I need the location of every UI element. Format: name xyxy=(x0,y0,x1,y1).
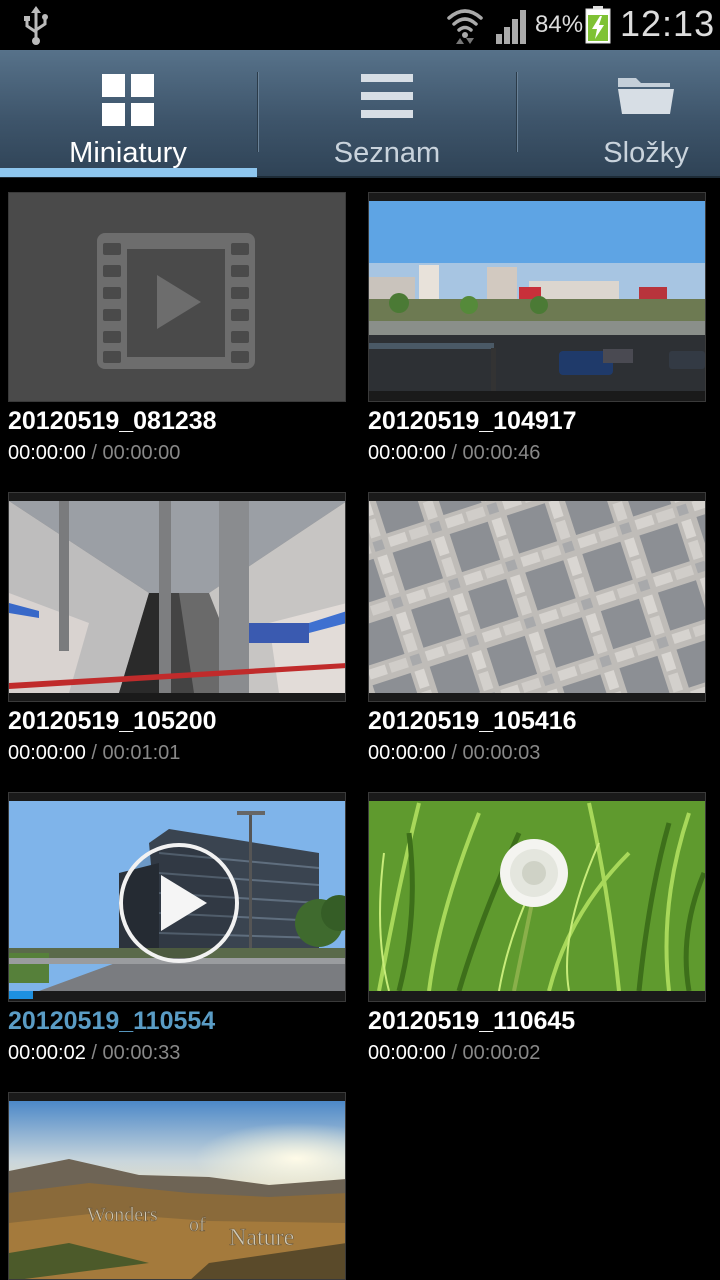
overlay-text-1: Wonders xyxy=(87,1204,158,1226)
tab-divider xyxy=(257,72,259,152)
video-title: 20120519_081238 xyxy=(8,407,217,435)
video-thumbnail xyxy=(8,192,346,402)
tab-thumbnails[interactable]: Miniatury xyxy=(8,50,248,176)
battery-charging-icon xyxy=(585,6,611,44)
video-thumbnail xyxy=(8,792,346,1002)
folder-icon xyxy=(618,78,674,114)
video-duration: 00:00:00 / 00:01:01 xyxy=(8,742,181,764)
video-thumbnail xyxy=(368,792,706,1002)
video-duration: 00:00:00 / 00:00:00 xyxy=(8,442,181,464)
tab-folders[interactable]: Složky xyxy=(526,50,720,176)
video-thumbnail xyxy=(8,492,346,702)
video-progress-bar xyxy=(9,991,33,999)
tab-label: Složky xyxy=(603,137,689,169)
video-thumbnail: Wonders of Nature xyxy=(8,1092,346,1280)
tab-label: Miniatury xyxy=(69,137,187,169)
wifi-icon xyxy=(447,9,483,44)
video-title: 20120519_110645 xyxy=(368,1007,576,1035)
signal-icon xyxy=(496,10,526,44)
video-title: 20120519_105416 xyxy=(368,707,577,735)
list-icon xyxy=(361,74,413,118)
tab-list[interactable]: Seznam xyxy=(267,50,507,176)
tab-bar: Miniatury Seznam Složky xyxy=(0,50,720,178)
video-title: 20120519_110554 xyxy=(8,1007,216,1035)
tab-divider xyxy=(516,72,518,152)
video-duration: 00:00:00 / 00:00:03 xyxy=(368,742,541,764)
overlay-text-2: of xyxy=(189,1214,206,1236)
video-thumbnail xyxy=(368,192,706,402)
status-bar: 84% 12:13 xyxy=(0,0,720,50)
video-duration: 00:00:00 / 00:00:02 xyxy=(368,1042,541,1064)
video-title: 20120519_104917 xyxy=(368,407,577,435)
active-tab-indicator xyxy=(0,168,257,177)
battery-percent: 84% xyxy=(535,11,584,38)
usb-icon xyxy=(24,6,48,45)
film-placeholder-icon xyxy=(9,193,345,401)
video-duration: 00:00:00 / 00:00:46 xyxy=(368,442,541,464)
video-thumbnail xyxy=(368,492,706,702)
tab-label: Seznam xyxy=(333,137,441,169)
overlay-text-3: Nature xyxy=(229,1225,294,1251)
video-duration: 00:00:02 / 00:00:33 xyxy=(8,1042,181,1064)
video-title: 20120519_105200 xyxy=(8,707,217,735)
grid-icon xyxy=(102,74,154,126)
clock: 12:13 xyxy=(620,3,716,44)
